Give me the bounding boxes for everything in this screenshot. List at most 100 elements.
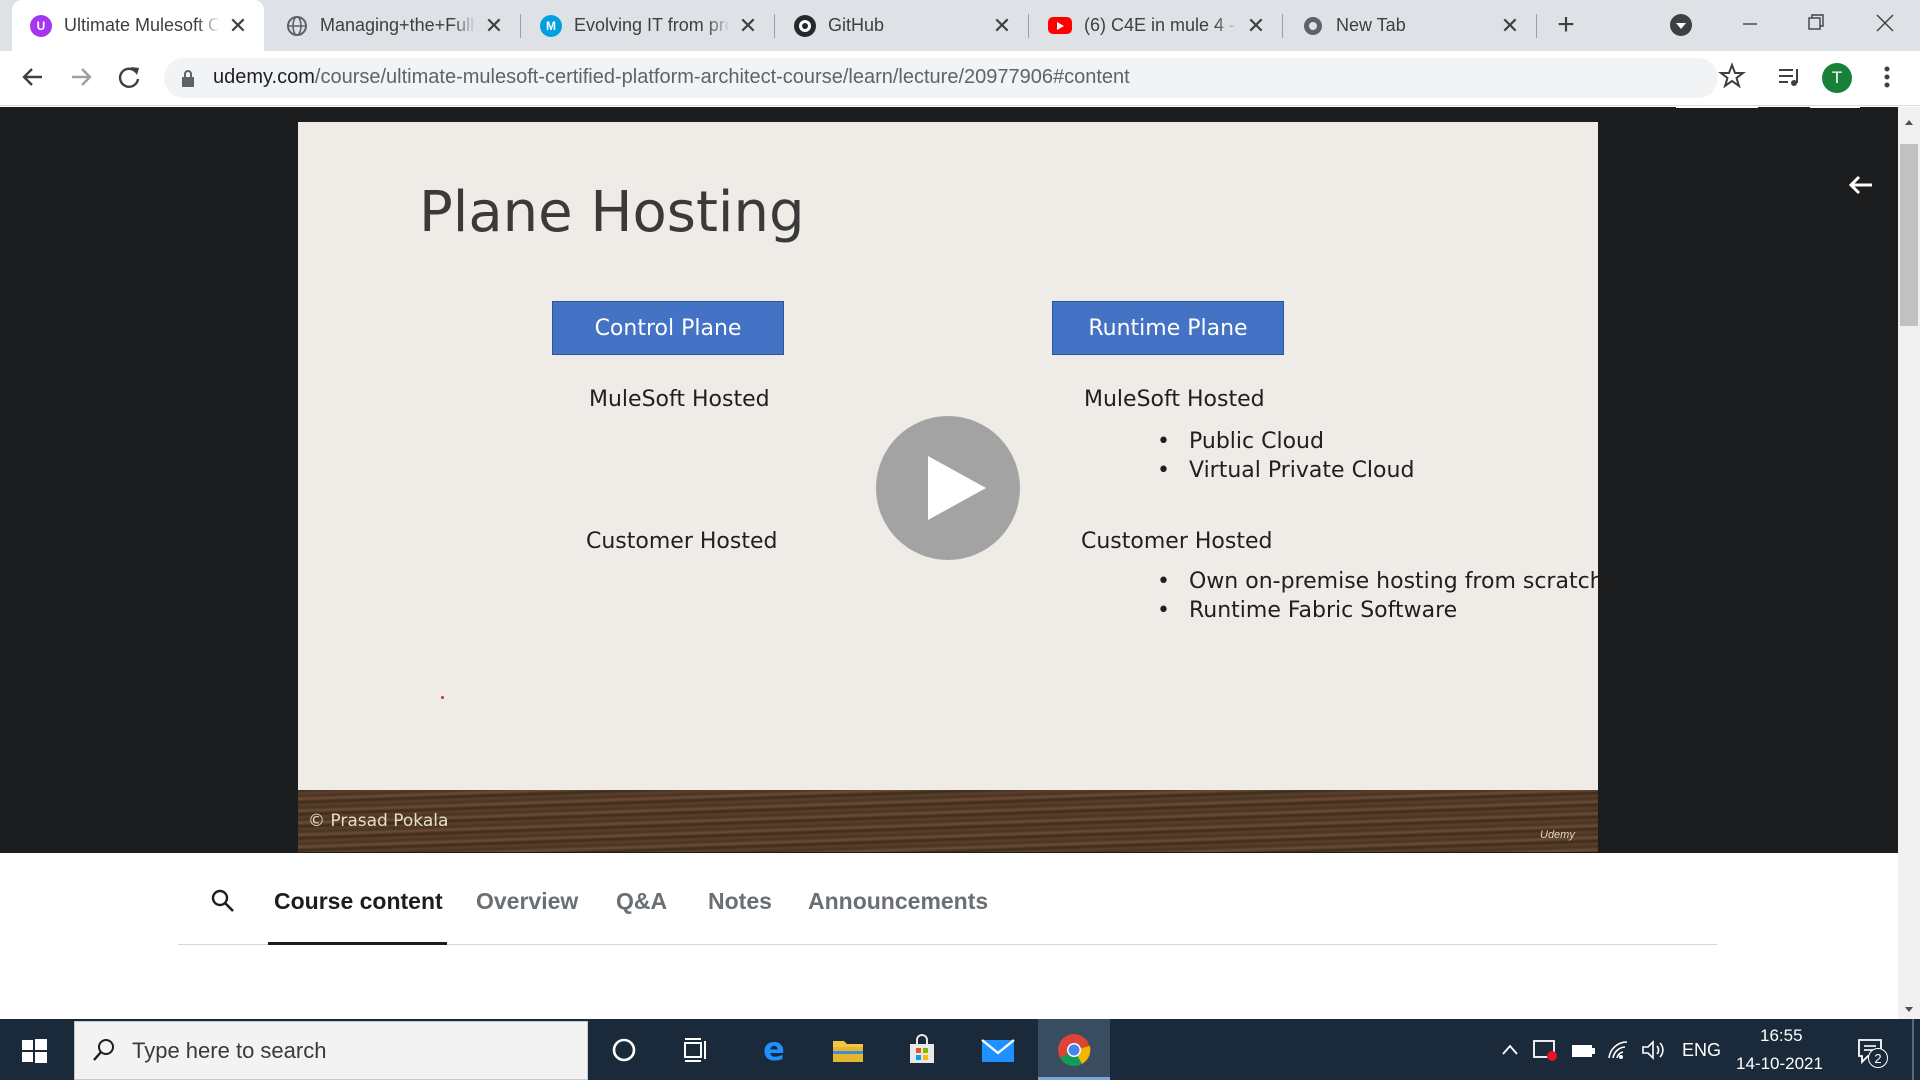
lock-icon (180, 69, 196, 89)
store-button[interactable] (902, 1030, 942, 1070)
browser-tab-evolving[interactable]: M Evolving IT from pro ✕ (522, 0, 774, 51)
wifi-icon[interactable] (1606, 1038, 1632, 1062)
mail-button[interactable] (978, 1030, 1018, 1070)
reload-button[interactable] (114, 62, 144, 92)
arrow-left-icon (22, 68, 42, 86)
close-tab-icon[interactable]: ✕ (1498, 13, 1522, 38)
notification-badge: 2 (1868, 1048, 1888, 1068)
slide-footer-bar (298, 790, 1598, 852)
close-tab-icon[interactable]: ✕ (736, 13, 760, 38)
tab-title: New Tab (1336, 15, 1406, 35)
browser-tab-github[interactable]: GitHub ✕ (776, 0, 1028, 51)
url-text[interactable]: udemy.com/course/ultimate-mulesoft-certi… (213, 66, 1130, 89)
playlist-icon (1779, 69, 1798, 86)
clock-date[interactable]: 14-10-2021 (1736, 1054, 1823, 1074)
task-view-button[interactable] (676, 1030, 716, 1070)
tab-separator (1028, 14, 1029, 38)
arrow-left-icon (1848, 175, 1872, 195)
language-indicator[interactable]: ENG (1682, 1040, 1721, 1061)
cortana-button[interactable] (604, 1030, 644, 1070)
show-desktop-button[interactable] (1912, 1019, 1914, 1080)
task-view-icon (684, 1038, 706, 1062)
forward-button[interactable] (66, 62, 96, 92)
browser-tab-youtube[interactable]: (6) C4E in mule 4 - Y ✕ (1030, 0, 1282, 51)
tab-title: Evolving IT from pro (574, 15, 730, 35)
browser-tab-newtab[interactable]: New Tab ✕ (1284, 0, 1536, 51)
search-icon (90, 1036, 118, 1064)
search-icon (211, 889, 234, 912)
close-tab-icon[interactable]: ✕ (482, 13, 506, 38)
play-button[interactable] (876, 416, 1020, 560)
cortana-icon (612, 1038, 636, 1062)
url-domain: udemy.com (213, 66, 315, 88)
store-icon (910, 1034, 934, 1063)
close-tab-icon[interactable]: ✕ (226, 13, 250, 38)
windows-logo-icon (22, 1039, 47, 1063)
close-tab-icon[interactable]: ✕ (990, 13, 1014, 38)
profile-avatar[interactable]: T (1822, 63, 1852, 93)
bookmark-button[interactable] (1718, 62, 1746, 90)
restore-button[interactable] (1804, 10, 1828, 34)
svg-text:e: e (763, 1033, 785, 1067)
tab-announcements[interactable]: Announcements (808, 888, 988, 915)
caret-up-icon (1905, 120, 1913, 125)
close-tab-icon[interactable]: ✕ (1244, 13, 1268, 38)
browser-menu-button[interactable] (1880, 62, 1894, 92)
show-hidden-icons-button[interactable] (1500, 1040, 1520, 1060)
tab-separator (1536, 14, 1537, 38)
kebab-menu-icon (1884, 66, 1890, 88)
course-nav (0, 853, 1898, 1019)
clock-time[interactable]: 16:55 (1760, 1026, 1803, 1046)
back-button[interactable] (18, 62, 48, 92)
reload-icon (118, 67, 140, 88)
bullet-on-premise: Own on-premise hosting from scratch (1157, 569, 1604, 594)
udemy-watermark: Udemy (1540, 829, 1575, 841)
tab-search-button[interactable] (1670, 14, 1692, 36)
edge-taskbar-button[interactable]: e (754, 1030, 794, 1070)
expand-sidebar-button[interactable] (1846, 170, 1876, 200)
tab-title: GitHub (828, 15, 885, 35)
security-tray-icon[interactable] (1532, 1038, 1558, 1062)
runtime-mulesoft-hosted: MuleSoft Hosted (1084, 387, 1265, 412)
close-icon (1876, 14, 1894, 32)
new-tab-button[interactable]: + (1550, 10, 1582, 42)
start-button[interactable] (20, 1037, 48, 1065)
tab-separator (520, 14, 521, 38)
globe-icon (286, 15, 308, 37)
runtime-plane-box: Runtime Plane (1052, 301, 1284, 355)
search-course-button[interactable] (210, 888, 236, 914)
browser-tab-managing[interactable]: Managing+the+Full ✕ (268, 0, 520, 51)
volume-icon[interactable] (1640, 1038, 1666, 1062)
bullet-runtime-fabric: Runtime Fabric Software (1157, 598, 1457, 623)
chevron-up-icon (1502, 1044, 1518, 1055)
close-window-button[interactable] (1872, 10, 1898, 36)
star-icon (1718, 62, 1746, 89)
tab-title: Ultimate Mulesoft C (64, 15, 220, 35)
play-icon (928, 456, 986, 520)
media-control-button[interactable] (1776, 64, 1802, 90)
minimize-icon (1743, 23, 1757, 25)
slide-copyright: © Prasad Pokala (308, 811, 449, 831)
mail-icon (981, 1039, 1015, 1062)
tab-qa[interactable]: Q&A (616, 888, 667, 915)
folder-icon (833, 1041, 863, 1062)
player-header-edge (1676, 107, 1758, 108)
edge-icon: e (763, 1033, 785, 1067)
scroll-down-arrow[interactable] (1903, 1002, 1915, 1012)
bullet-public-cloud: Public Cloud (1157, 429, 1324, 454)
control-customer-hosted: Customer Hosted (586, 529, 778, 554)
tab-separator (774, 14, 775, 38)
taskbar-search-placeholder: Type here to search (132, 1038, 327, 1063)
tab-separator (1282, 14, 1283, 38)
file-explorer-button[interactable] (828, 1030, 868, 1070)
tab-course-content[interactable]: Course content (274, 888, 443, 915)
browser-tab-udemy[interactable]: U Ultimate Mulesoft C ✕ (12, 0, 264, 51)
battery-icon[interactable] (1570, 1042, 1596, 1060)
tab-overview[interactable]: Overview (476, 888, 578, 915)
tab-notes[interactable]: Notes (708, 888, 772, 915)
scrollbar-thumb[interactable] (1900, 144, 1918, 326)
youtube-icon (1048, 17, 1072, 34)
slide-title: Plane Hosting (419, 180, 805, 245)
scroll-up-arrow[interactable] (1903, 114, 1915, 125)
minimize-button[interactable] (1738, 12, 1762, 36)
